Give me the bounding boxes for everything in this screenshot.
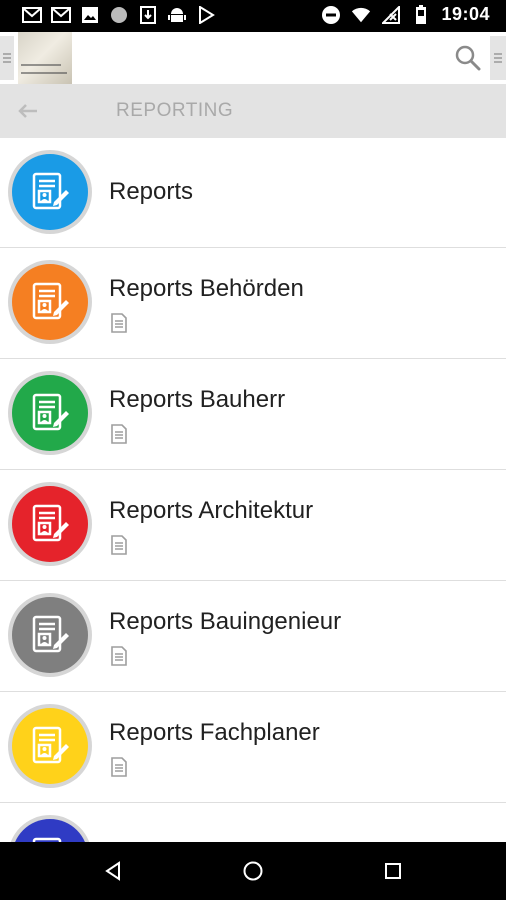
- report-avatar: [8, 704, 92, 788]
- back-button[interactable]: [14, 97, 42, 125]
- report-avatar: [8, 815, 92, 842]
- section-bar: REPORTING: [0, 84, 506, 138]
- report-edit-icon: [32, 837, 62, 842]
- nav-back-button[interactable]: [98, 856, 128, 886]
- list-item-title: Reports Behörden: [109, 275, 304, 302]
- app-logo: [18, 32, 72, 84]
- list-item-title: Reports Fachplaner: [109, 719, 320, 746]
- report-edit-icon: [32, 726, 69, 764]
- nav-recents-button[interactable]: [378, 856, 408, 886]
- document-icon: [109, 645, 129, 667]
- report-avatar: [8, 150, 92, 234]
- android-icon: [167, 6, 187, 24]
- system-icons: 19:04: [321, 4, 490, 25]
- report-avatar: [8, 260, 92, 344]
- app-header: [0, 32, 506, 84]
- list-item[interactable]: Reports Bauherr: [0, 359, 506, 470]
- gmail-icon: [22, 6, 42, 24]
- battery-icon: [411, 4, 431, 24]
- circle-icon: [109, 6, 129, 24]
- report-edit-icon: [32, 615, 69, 653]
- list-item[interactable]: Reports HLK: [0, 803, 506, 842]
- list-item-title: Reports Architektur: [109, 497, 314, 524]
- home-circle-icon: [243, 861, 263, 881]
- reports-list: Reports Reports Behörden Reports Bauherr…: [0, 138, 506, 842]
- report-edit-icon: [32, 282, 69, 320]
- list-item[interactable]: Reports Architektur: [0, 470, 506, 581]
- report-avatar: [8, 593, 92, 677]
- clock: 19:04: [441, 4, 490, 24]
- list-item-title: Reports: [109, 178, 194, 205]
- status-bar: 19:04: [0, 0, 506, 32]
- list-item[interactable]: Reports: [0, 138, 506, 248]
- back-arrow-icon: [18, 104, 37, 118]
- play-store-icon: [196, 6, 216, 24]
- document-icon: [109, 423, 129, 445]
- document-icon: [109, 756, 129, 778]
- search-icon: [455, 45, 481, 71]
- search-button[interactable]: [454, 44, 482, 72]
- drawer-handle-right[interactable]: [490, 36, 506, 80]
- list-item[interactable]: Reports Bauingenieur: [0, 581, 506, 692]
- list-item[interactable]: Reports Fachplaner: [0, 692, 506, 803]
- download-icon: [138, 6, 158, 24]
- navigation-bar: [0, 842, 506, 900]
- image-icon: [80, 6, 100, 24]
- report-edit-icon: [32, 172, 69, 210]
- nav-home-button[interactable]: [238, 856, 268, 886]
- drawer-handle-left[interactable]: [0, 36, 14, 80]
- list-item[interactable]: Reports Behörden: [0, 248, 506, 359]
- dnd-icon: [321, 5, 341, 24]
- list-item-title: Reports Bauingenieur: [109, 608, 342, 635]
- document-icon: [109, 534, 129, 556]
- notification-icons: [22, 6, 216, 24]
- document-icon: [109, 312, 129, 334]
- recents-square-icon: [385, 863, 401, 879]
- no-signal-icon: [381, 5, 401, 24]
- section-title: REPORTING: [116, 100, 234, 121]
- report-avatar: [8, 371, 92, 455]
- back-triangle-icon: [105, 861, 120, 881]
- gmail-icon: [51, 6, 71, 24]
- list-item-title: Reports Bauherr: [109, 386, 286, 413]
- report-edit-icon: [32, 504, 69, 542]
- report-avatar: [8, 482, 92, 566]
- wifi-icon: [351, 6, 371, 24]
- report-edit-icon: [32, 393, 69, 431]
